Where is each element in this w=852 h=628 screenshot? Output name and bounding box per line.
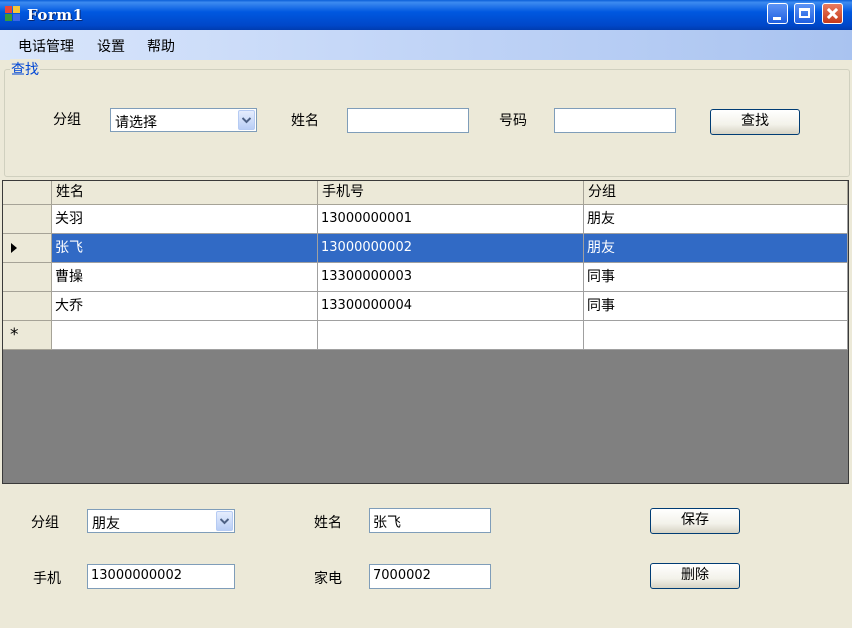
- cell-group[interactable]: 同事: [584, 292, 848, 321]
- delete-button[interactable]: 删除: [650, 563, 740, 589]
- app-icon[interactable]: [5, 6, 21, 22]
- search-group-value: 请选择: [115, 115, 157, 131]
- table-row[interactable]: 关羽 13000000001 朋友: [3, 205, 848, 234]
- window-title: Form1: [27, 6, 84, 24]
- maximize-button[interactable]: [794, 3, 815, 24]
- cell-phone[interactable]: 13300000004: [318, 292, 584, 321]
- cell-name[interactable]: 曹操: [52, 263, 318, 292]
- cell-phone-new[interactable]: [318, 321, 584, 350]
- table-row-new[interactable]: *: [3, 321, 848, 350]
- search-name-label: 姓名: [291, 113, 319, 129]
- row-header[interactable]: *: [3, 321, 52, 350]
- cell-name[interactable]: 张飞: [52, 234, 318, 263]
- cell-name-new[interactable]: [52, 321, 318, 350]
- cell-name[interactable]: 大乔: [52, 292, 318, 321]
- dropdown-button[interactable]: [216, 511, 233, 531]
- grid-header: 姓名 手机号 分组: [3, 181, 848, 205]
- table-row-selected[interactable]: 张飞 13000000002 朋友: [3, 234, 848, 263]
- detail-home-label: 家电: [314, 571, 342, 587]
- minimize-icon: [773, 17, 781, 20]
- detail-name-input[interactable]: 张飞: [369, 508, 491, 533]
- current-row-arrow-icon: [11, 243, 17, 253]
- detail-mobile-label: 手机: [33, 571, 61, 587]
- search-button[interactable]: 查找: [710, 109, 800, 135]
- search-group-combo[interactable]: 请选择: [110, 108, 257, 132]
- detail-group-value: 朋友: [92, 516, 120, 532]
- detail-mobile-value: 13000000002: [91, 568, 182, 583]
- close-button[interactable]: [822, 3, 843, 24]
- search-name-input[interactable]: [347, 108, 469, 133]
- minimize-button[interactable]: [767, 3, 788, 24]
- detail-name-value: 张飞: [373, 515, 401, 531]
- detail-home-value: 7000002: [373, 568, 431, 583]
- table-row[interactable]: 大乔 13300000004 同事: [3, 292, 848, 321]
- menu-settings[interactable]: 设置: [97, 36, 125, 56]
- menu-help[interactable]: 帮助: [147, 36, 175, 56]
- row-header[interactable]: [3, 205, 52, 234]
- row-header[interactable]: [3, 234, 52, 263]
- column-header-phone[interactable]: 手机号: [318, 181, 584, 205]
- cell-phone[interactable]: 13000000001: [318, 205, 584, 234]
- search-number-input[interactable]: [554, 108, 676, 133]
- dropdown-button[interactable]: [238, 110, 255, 130]
- cell-phone[interactable]: 13000000002: [318, 234, 584, 263]
- new-row-star-icon: *: [10, 325, 19, 345]
- detail-group-label: 分组: [31, 515, 59, 531]
- cell-name[interactable]: 关羽: [52, 205, 318, 234]
- save-button[interactable]: 保存: [650, 508, 740, 534]
- search-number-label: 号码: [499, 113, 527, 129]
- menu-phone-management[interactable]: 电话管理: [18, 36, 74, 56]
- search-groupbox-legend: 查找: [10, 59, 40, 79]
- cell-group[interactable]: 朋友: [584, 234, 848, 263]
- grid-corner-header[interactable]: [3, 181, 52, 205]
- contacts-grid[interactable]: 姓名 手机号 分组 关羽 13000000001 朋友 张飞 130000000…: [2, 180, 849, 484]
- cell-group[interactable]: 朋友: [584, 205, 848, 234]
- cell-group[interactable]: 同事: [584, 263, 848, 292]
- title-bar[interactable]: Form1: [0, 0, 852, 30]
- column-header-name[interactable]: 姓名: [52, 181, 318, 205]
- detail-mobile-input[interactable]: 13000000002: [87, 564, 235, 589]
- dropdown-arrow-icon: [242, 117, 251, 124]
- detail-home-input[interactable]: 7000002: [369, 564, 491, 589]
- column-header-group[interactable]: 分组: [584, 181, 848, 205]
- cell-phone[interactable]: 13300000003: [318, 263, 584, 292]
- detail-name-label: 姓名: [314, 515, 342, 531]
- table-row[interactable]: 曹操 13300000003 同事: [3, 263, 848, 292]
- cell-group-new[interactable]: [584, 321, 848, 350]
- detail-group-combo[interactable]: 朋友: [87, 509, 235, 533]
- search-group-label: 分组: [53, 112, 81, 128]
- dropdown-arrow-icon: [220, 518, 229, 525]
- row-header[interactable]: [3, 263, 52, 292]
- row-header[interactable]: [3, 292, 52, 321]
- menu-bar: 电话管理 设置 帮助: [0, 30, 852, 60]
- maximize-icon: [799, 8, 810, 18]
